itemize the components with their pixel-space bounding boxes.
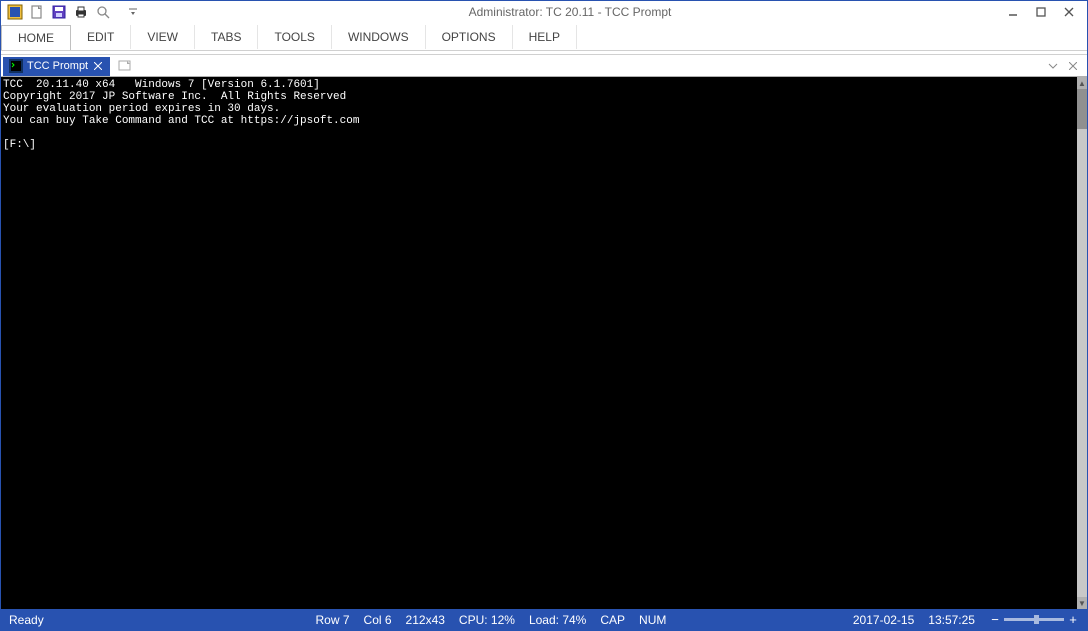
window-controls: [999, 2, 1083, 22]
status-load: Load: 74%: [529, 613, 586, 627]
new-file-icon[interactable]: [29, 4, 45, 20]
menu-windows[interactable]: WINDOWS: [332, 25, 426, 49]
new-tab-button[interactable]: [116, 58, 134, 74]
window-title: Administrator: TC 20.11 - TCC Prompt: [141, 5, 999, 19]
status-time: 13:57:25: [928, 613, 975, 627]
status-cpu: CPU: 12%: [459, 613, 515, 627]
status-center: Row 7 Col 6 212x43 CPU: 12% Load: 74% CA…: [316, 613, 667, 627]
scrollbar[interactable]: ▲ ▼: [1077, 77, 1087, 609]
menu-options[interactable]: OPTIONS: [426, 25, 513, 49]
tab-label: TCC Prompt: [27, 60, 88, 72]
minimize-button[interactable]: [999, 2, 1027, 22]
status-ready: Ready: [9, 613, 129, 627]
print-icon[interactable]: [73, 4, 89, 20]
scroll-thumb[interactable]: [1077, 89, 1087, 129]
status-row: Row 7: [316, 613, 350, 627]
tab-close-button[interactable]: [92, 60, 104, 72]
quick-access-toolbar: [5, 4, 141, 20]
terminal-output[interactable]: TCC 20.11.40 x64 Windows 7 [Version 6.1.…: [1, 79, 1077, 609]
terminal-icon: [9, 59, 23, 73]
terminal-panel: TCC 20.11.40 x64 Windows 7 [Version 6.1.…: [1, 77, 1087, 609]
titlebar: Administrator: TC 20.11 - TCC Prompt: [1, 1, 1087, 23]
tabs-row: TCC Prompt: [1, 55, 1087, 77]
zoom-slider[interactable]: − +: [989, 614, 1079, 626]
zoom-thumb[interactable]: [1034, 615, 1039, 624]
menu-help[interactable]: HELP: [513, 25, 577, 49]
save-icon[interactable]: [51, 4, 67, 20]
status-cap: CAP: [600, 613, 625, 627]
menu-tools[interactable]: TOOLS: [258, 25, 331, 49]
status-num: NUM: [639, 613, 666, 627]
scroll-up-icon[interactable]: ▲: [1077, 77, 1087, 89]
statusbar: Ready Row 7 Col 6 212x43 CPU: 12% Load: …: [1, 609, 1087, 630]
maximize-button[interactable]: [1027, 2, 1055, 22]
status-right: 2017-02-15 13:57:25 − +: [853, 613, 1079, 627]
status-size: 212x43: [406, 613, 445, 627]
tab-tcc-prompt[interactable]: TCC Prompt: [3, 57, 110, 76]
zoom-in-button[interactable]: +: [1067, 614, 1079, 626]
menu-view[interactable]: VIEW: [131, 25, 195, 49]
dropdown-icon[interactable]: [1045, 58, 1061, 74]
close-panel-icon[interactable]: [1065, 58, 1081, 74]
status-col: Col 6: [364, 613, 392, 627]
scroll-down-icon[interactable]: ▼: [1077, 597, 1087, 609]
app-icon: [7, 4, 23, 20]
menubar: HOME EDIT VIEW TABS TOOLS WINDOWS OPTION…: [1, 23, 1087, 51]
status-date: 2017-02-15: [853, 613, 914, 627]
menu-home[interactable]: HOME: [1, 25, 71, 50]
chevron-down-icon[interactable]: [125, 4, 141, 20]
search-icon[interactable]: [95, 4, 111, 20]
close-button[interactable]: [1055, 2, 1083, 22]
zoom-out-button[interactable]: −: [989, 614, 1001, 626]
menu-edit[interactable]: EDIT: [71, 25, 131, 49]
menu-tabs[interactable]: TABS: [195, 25, 258, 49]
zoom-track[interactable]: [1004, 618, 1064, 621]
